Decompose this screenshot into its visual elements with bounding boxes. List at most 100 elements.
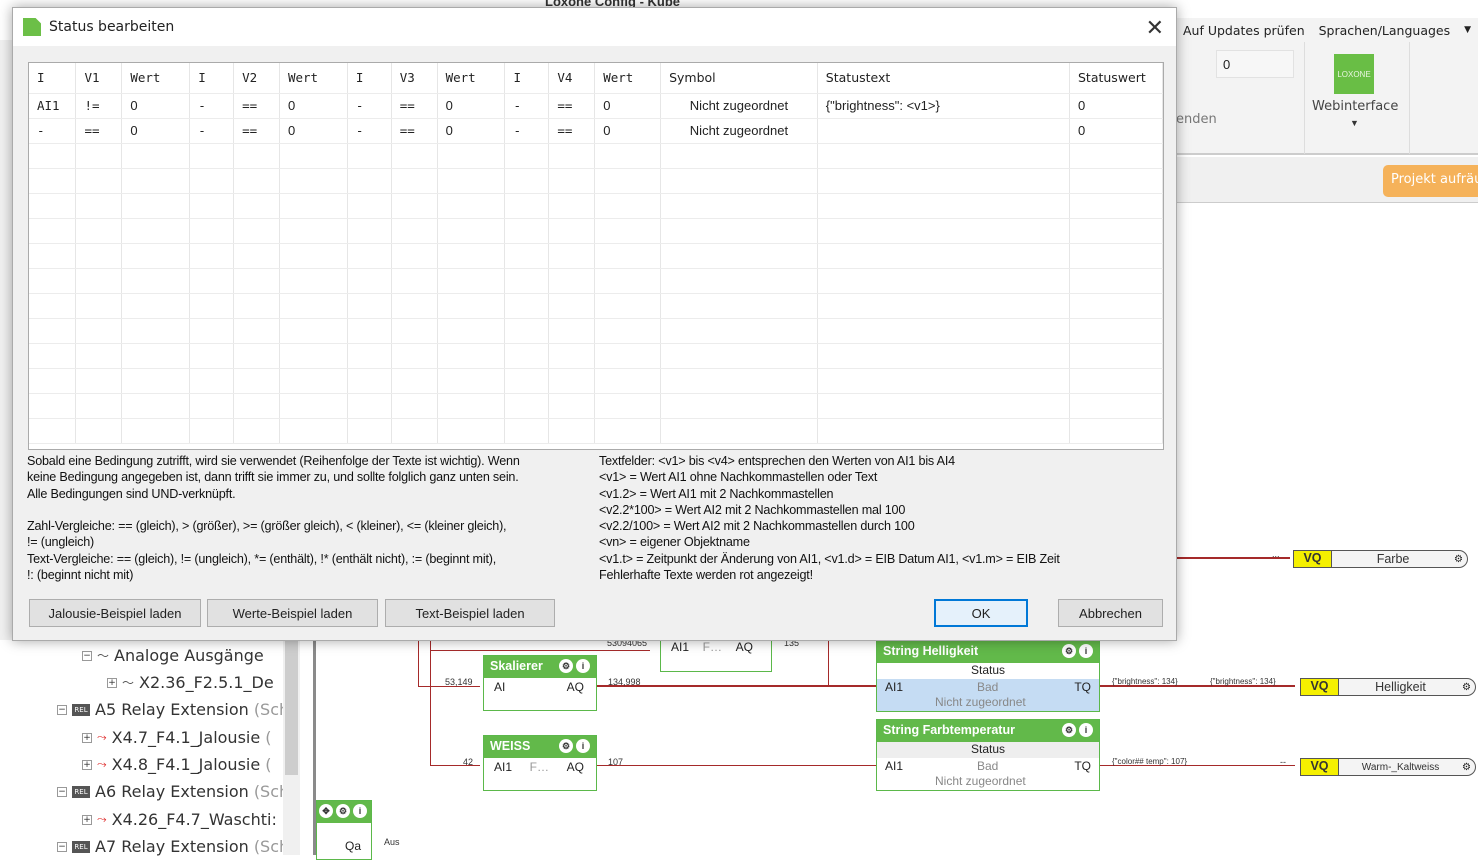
table-cell[interactable]: [817, 118, 1070, 144]
table-cell[interactable]: [594, 368, 662, 394]
table-cell[interactable]: [189, 143, 235, 169]
table-cell[interactable]: [121, 268, 191, 294]
table-cell[interactable]: ==: [233, 93, 280, 119]
text-example-button[interactable]: Text-Beispiel laden: [385, 599, 555, 627]
expand-icon[interactable]: +: [82, 759, 92, 770]
table-cell[interactable]: [548, 168, 596, 194]
table-cell[interactable]: [233, 243, 280, 269]
ribbon-field[interactable]: 0: [1216, 50, 1294, 78]
column-header[interactable]: Wert: [279, 63, 348, 94]
table-cell[interactable]: [391, 193, 438, 219]
table-cell[interactable]: [437, 168, 506, 194]
table-cell[interactable]: [29, 193, 77, 219]
table-cell[interactable]: [504, 318, 550, 344]
table-cell[interactable]: [437, 393, 506, 419]
table-cell[interactable]: -: [29, 118, 77, 144]
table-cell[interactable]: [817, 418, 1070, 444]
table-cell[interactable]: [279, 343, 348, 369]
table-cell[interactable]: [279, 268, 348, 294]
gear-icon[interactable]: ⚙: [1062, 644, 1076, 658]
table-cell[interactable]: [75, 418, 123, 444]
table-cell[interactable]: [279, 293, 348, 319]
table-cell[interactable]: [233, 168, 280, 194]
table-cell[interactable]: [29, 143, 77, 169]
table-cell[interactable]: [189, 243, 235, 269]
function-block-qa[interactable]: ✥ ⚙ i Qa: [316, 800, 372, 860]
table-cell[interactable]: !=: [75, 93, 123, 119]
table-cell[interactable]: [660, 218, 818, 244]
table-row[interactable]: [29, 368, 1163, 394]
tree-item[interactable]: + ⤳ X4.26_F4.7_Waschti:: [82, 810, 277, 829]
table-cell[interactable]: [437, 268, 506, 294]
tree-item[interactable]: − REL A7 Relay Extension (Sch: [57, 837, 289, 856]
table-cell[interactable]: [437, 343, 506, 369]
table-cell[interactable]: [279, 143, 348, 169]
table-cell[interactable]: [1069, 368, 1163, 394]
table-cell[interactable]: [121, 168, 191, 194]
gear-icon[interactable]: ⚙: [1062, 723, 1076, 737]
info-icon[interactable]: i: [1079, 644, 1093, 658]
table-cell[interactable]: [233, 318, 280, 344]
expand-icon[interactable]: +: [82, 814, 92, 825]
table-cell[interactable]: [817, 193, 1070, 219]
table-cell[interactable]: ==: [233, 118, 280, 144]
function-block-weiss[interactable]: WEISS ⚙ i AI1 F… AQ: [483, 735, 597, 791]
projekt-aufraeumen-button[interactable]: Projekt aufräumen: [1383, 165, 1478, 197]
table-cell[interactable]: [29, 293, 77, 319]
table-cell[interactable]: [189, 368, 235, 394]
table-cell[interactable]: [594, 393, 662, 419]
gear-icon[interactable]: ⚙: [336, 804, 350, 818]
table-cell[interactable]: [504, 293, 550, 319]
table-row[interactable]: AI1 != 0- == 0- == 0- == 0 Nicht zugeordnet {"brig…: [29, 93, 1163, 119]
table-cell[interactable]: [437, 218, 506, 244]
table-row[interactable]: [29, 318, 1163, 344]
table-row[interactable]: [29, 218, 1163, 244]
info-icon[interactable]: i: [1079, 723, 1093, 737]
table-cell[interactable]: [29, 393, 77, 419]
table-cell[interactable]: [347, 393, 392, 419]
table-cell[interactable]: [660, 393, 818, 419]
gear-icon[interactable]: ⚙: [559, 739, 573, 753]
table-cell[interactable]: -: [347, 93, 392, 119]
table-cell[interactable]: [817, 368, 1070, 394]
column-header[interactable]: Wert: [121, 63, 191, 94]
table-row[interactable]: [29, 418, 1163, 444]
gear-icon[interactable]: ⚙: [1462, 682, 1475, 693]
collapse-icon[interactable]: −: [57, 841, 67, 852]
jalousie-example-button[interactable]: Jalousie-Beispiel laden: [29, 599, 201, 627]
table-cell[interactable]: [1069, 193, 1163, 219]
loxone-logo[interactable]: LOXONE: [1334, 54, 1374, 94]
table-cell[interactable]: [233, 393, 280, 419]
table-cell[interactable]: [817, 243, 1070, 269]
table-cell[interactable]: [1069, 168, 1163, 194]
table-cell[interactable]: [660, 168, 818, 194]
table-cell[interactable]: [437, 243, 506, 269]
table-cell[interactable]: Nicht zugeordnet: [660, 118, 818, 144]
column-header[interactable]: Statustext: [817, 63, 1070, 94]
table-cell[interactable]: [660, 193, 818, 219]
table-cell[interactable]: [189, 418, 235, 444]
table-cell[interactable]: -: [504, 118, 550, 144]
table-cell[interactable]: [75, 343, 123, 369]
table-cell[interactable]: [548, 293, 596, 319]
table-cell[interactable]: [594, 168, 662, 194]
table-cell[interactable]: 0: [594, 118, 662, 144]
table-cell[interactable]: [121, 243, 191, 269]
close-icon[interactable]: ✕: [1146, 15, 1164, 41]
table-cell[interactable]: [233, 218, 280, 244]
table-cell[interactable]: [29, 168, 77, 194]
table-cell[interactable]: [29, 318, 77, 344]
table-cell[interactable]: [817, 393, 1070, 419]
table-row[interactable]: [29, 268, 1163, 294]
table-cell[interactable]: [75, 243, 123, 269]
table-cell[interactable]: [121, 143, 191, 169]
info-icon[interactable]: i: [576, 659, 590, 673]
table-cell[interactable]: [594, 318, 662, 344]
table-cell[interactable]: 0: [121, 118, 191, 144]
table-cell[interactable]: 0: [279, 93, 348, 119]
table-cell[interactable]: [279, 218, 348, 244]
table-cell[interactable]: [391, 293, 438, 319]
table-cell[interactable]: [189, 168, 235, 194]
table-cell[interactable]: 0: [437, 93, 506, 119]
table-cell[interactable]: [391, 143, 438, 169]
